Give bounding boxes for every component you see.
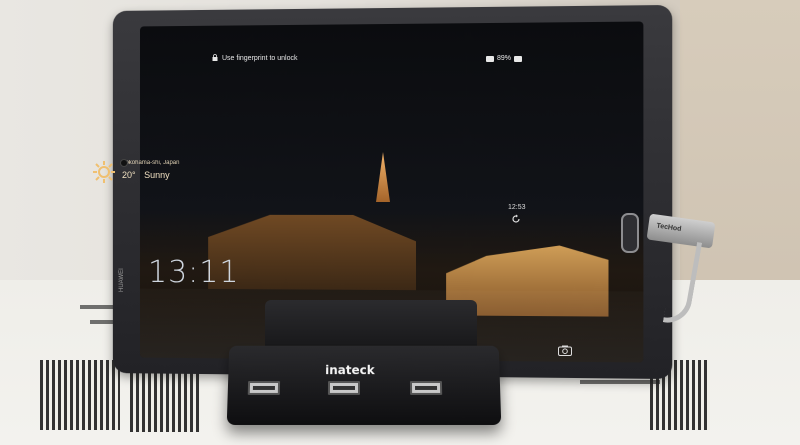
usb-port[interactable]	[248, 381, 280, 395]
weather-condition: Sunny	[144, 170, 170, 180]
wallpaper-spire	[376, 152, 390, 202]
newspaper-image-block	[40, 360, 120, 430]
tablet-brand: HUAWEI	[119, 268, 125, 292]
wifi-icon	[486, 56, 494, 62]
weather-temperature-row: 20° Sunny	[122, 170, 170, 180]
status-bar: Use fingerprint to unlock 89%	[160, 52, 530, 70]
status-icons: 89%	[486, 55, 522, 62]
usb-port[interactable]	[410, 381, 442, 395]
fingerprint-sensor[interactable]	[621, 213, 639, 253]
weather-temperature: 20°	[122, 170, 136, 180]
unlock-hint: Use fingerprint to unlock	[222, 55, 297, 62]
newspaper-image-block	[130, 372, 200, 432]
weather-location: Yokohama-shi, Japan	[122, 160, 179, 166]
battery-percent: 89%	[497, 55, 511, 62]
battery-icon	[514, 56, 522, 62]
usb-port[interactable]	[328, 381, 360, 395]
newspaper-text-line	[580, 380, 660, 384]
small-clock: 12:53	[508, 204, 526, 211]
photo-scene: Use fingerprint to unlock 89% Yokohama-s…	[0, 0, 800, 445]
big-clock: 13:11	[148, 255, 239, 290]
dock-brand: inateck	[325, 363, 375, 377]
refresh-icon[interactable]	[511, 214, 521, 224]
camera-icon[interactable]	[558, 345, 572, 356]
cable-brand: TecHod	[656, 223, 682, 233]
usb-hub-dock: inateck	[227, 346, 502, 425]
sun-icon	[92, 160, 116, 184]
lock-icon	[212, 54, 218, 61]
front-camera	[120, 159, 128, 167]
